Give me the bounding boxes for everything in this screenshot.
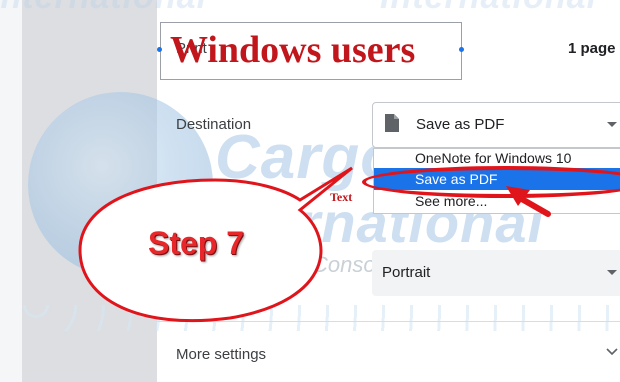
step-label: Step 7 [148, 225, 245, 261]
annotation-overlay [78, 166, 551, 323]
annotation-small-text: Text [330, 190, 353, 204]
red-arrow [517, 195, 551, 217]
